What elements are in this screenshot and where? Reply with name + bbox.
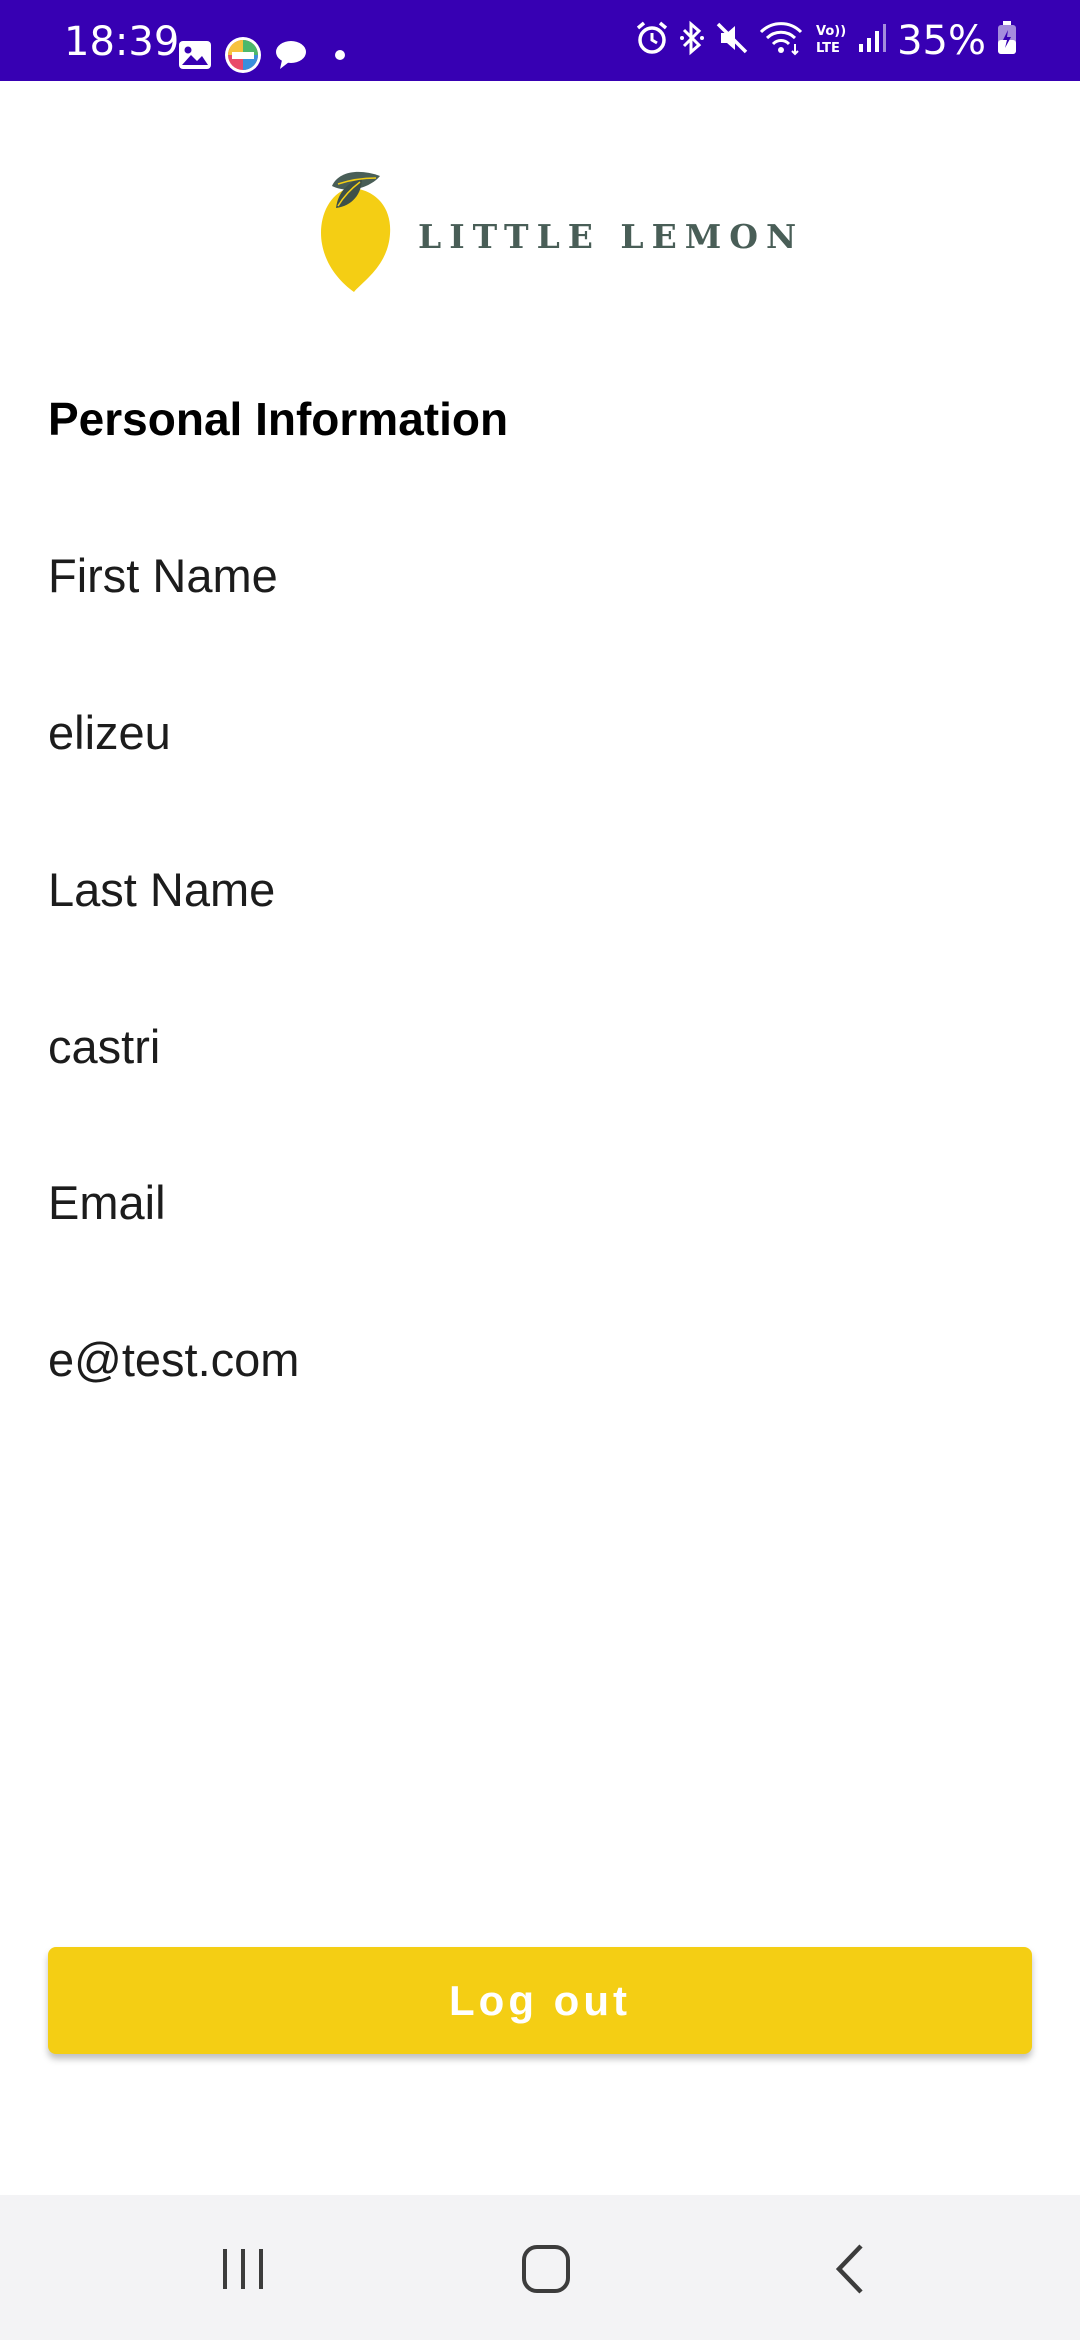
status-time: 18:39 <box>64 19 180 65</box>
first-name-label: First Name <box>48 549 278 602</box>
signal-icon <box>857 22 887 59</box>
last-name-value: castri <box>48 1020 161 1073</box>
status-bar: 18:39 Vo)) LTE 35% <box>0 0 1080 81</box>
gallery-icon <box>178 40 212 75</box>
logout-button-label: Log out <box>449 1976 631 2024</box>
svg-text:Vo)): Vo)) <box>816 24 846 39</box>
back-button[interactable] <box>810 2231 890 2311</box>
last-name-label: Last Name <box>48 863 276 916</box>
dot-icon <box>320 48 350 67</box>
svg-text:LTE: LTE <box>816 41 840 56</box>
battery-icon <box>996 20 1018 61</box>
profile-screen: 18:39 Vo)) LTE 35% LITTLE LEMON Personal… <box>0 0 1080 2340</box>
recent-apps-button[interactable] <box>203 2231 283 2311</box>
home-button[interactable] <box>506 2231 586 2311</box>
logo-text: LITTLE LEMON <box>418 217 805 256</box>
back-icon <box>825 2242 875 2301</box>
recent-apps-icon <box>218 2244 268 2299</box>
mute-icon <box>715 20 749 61</box>
wifi-icon <box>759 20 803 61</box>
status-notification-icons <box>178 36 350 79</box>
email-value: e@test.com <box>48 1333 300 1386</box>
logout-button[interactable]: Log out <box>48 1947 1032 2054</box>
home-icon <box>520 2243 572 2300</box>
app-icon <box>224 36 262 79</box>
battery-percentage: 35% <box>897 17 986 64</box>
email-label: Email <box>48 1176 166 1229</box>
navigation-bar <box>0 2195 1080 2340</box>
status-system-icons: Vo)) LTE 35% <box>635 20 1018 61</box>
chat-icon <box>274 39 308 76</box>
first-name-value: elizeu <box>48 706 171 759</box>
bluetooth-icon <box>679 20 705 61</box>
lemon-icon <box>318 170 392 297</box>
volte-icon: Vo)) LTE <box>813 20 847 61</box>
alarm-icon <box>635 20 669 61</box>
little-lemon-logo: LITTLE LEMON <box>318 170 804 297</box>
section-title: Personal Information <box>48 393 509 445</box>
